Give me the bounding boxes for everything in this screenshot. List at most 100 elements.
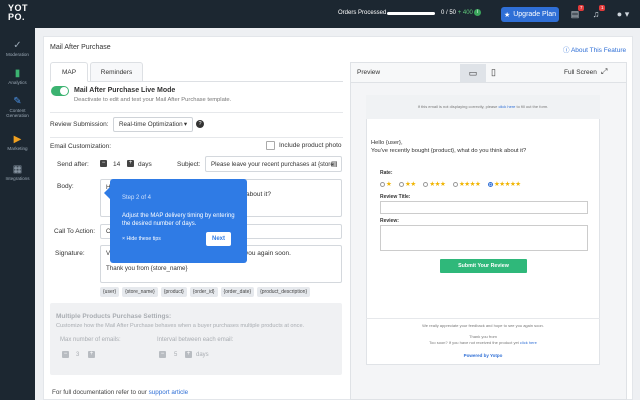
email-customization-label: Email Customization:: [50, 143, 112, 150]
top-notice: If this email is not displaying correctl…: [366, 104, 600, 109]
powered-by: Powered by Yotpo: [463, 353, 503, 358]
live-mode-description: Deactivate to edit and test your Mail Af…: [74, 97, 232, 103]
upgrade-plan-button[interactable]: ★ Upgrade Plan: [501, 7, 559, 22]
cta-label: Call To Action:: [54, 228, 96, 235]
submit-review-button[interactable]: Submit Your Review: [440, 259, 527, 273]
email-intro: You've recently bought {product}, what d…: [371, 148, 527, 154]
top-bar: YOT PO. Orders Processed 0 / 50 + 400 i …: [0, 0, 640, 28]
include-photo-checkbox[interactable]: [266, 141, 275, 150]
tag-product[interactable]: {product}: [160, 287, 187, 297]
fullscreen-icon[interactable]: ⤢: [601, 67, 607, 77]
max-emails-value: 3: [76, 352, 80, 358]
orders-processed-label: Orders Processed: [338, 10, 387, 16]
send-after-label: Send after:: [57, 161, 89, 168]
increment-button[interactable]: +: [127, 160, 134, 167]
review-title-input[interactable]: [380, 201, 588, 214]
sidebar-item-integrations[interactable]: ▦ Integrations: [0, 164, 35, 181]
sidebar-item-label: Marketing: [7, 146, 28, 151]
notifications-badge: 7: [578, 5, 584, 11]
review-submission-select[interactable]: Real-time Optimization ▾: [113, 117, 193, 132]
multi-products-description: Customize how the Mail After Purchase be…: [56, 323, 305, 329]
yotpo-logo[interactable]: YOT PO.: [8, 4, 28, 22]
tag-order-date[interactable]: {order_date}: [220, 287, 255, 297]
tab-bar: MAP Reminders: [50, 62, 343, 82]
tip-text: Adjust the MAP delivery timing by enteri…: [122, 213, 235, 227]
sidebar-item-label: Moderation: [6, 52, 29, 57]
orders-progress-bar: [387, 12, 435, 15]
send-after-unit: days: [138, 161, 152, 168]
body-label: Body:: [57, 183, 74, 190]
variable-tags: {user} {store_name} {product} {order_id}…: [100, 287, 311, 297]
email-footer-line2: Thank you from: [469, 334, 497, 339]
variables-icon[interactable]: ▤: [331, 160, 338, 168]
bell-icon[interactable]: ♫ 1: [589, 5, 605, 21]
divider: [50, 137, 343, 138]
mobile-view-icon[interactable]: ▯: [491, 67, 496, 78]
tag-store-name[interactable]: {store_name}: [122, 287, 158, 297]
support-article-link[interactable]: support article: [149, 389, 189, 396]
content-generation-icon: ✎: [13, 96, 22, 107]
about-feature-label: About This Feature: [570, 47, 627, 54]
preview-label: Preview: [357, 69, 381, 76]
sidebar-item-analytics[interactable]: ▮ Analytics: [0, 68, 35, 85]
tag-user[interactable]: {user}: [100, 287, 120, 297]
fullscreen-label[interactable]: Full Screen: [564, 69, 597, 76]
interval-decrement: −: [159, 351, 166, 358]
interval-increment: +: [185, 351, 192, 358]
orders-count: 0 / 50 + 400: [441, 10, 473, 16]
body-text-end: about it?: [246, 191, 271, 198]
rating-option-3[interactable]: ★★★: [423, 181, 446, 188]
email-preview-header: If this email is not displaying correctl…: [366, 95, 600, 119]
signature-text-line2: Thank you from {store_name}: [106, 265, 188, 272]
sidebar-item-moderation[interactable]: ✓ Moderation: [0, 40, 35, 57]
live-mode-toggle[interactable]: [51, 86, 69, 96]
tab-reminders[interactable]: Reminders: [90, 62, 143, 82]
tab-map[interactable]: MAP: [50, 62, 88, 82]
upgrade-plan-label: Upgrade Plan: [513, 11, 557, 18]
decrement-button[interactable]: −: [100, 160, 107, 167]
subject-input[interactable]: Please leave your recent purchases at {s…: [205, 156, 342, 172]
review-textarea[interactable]: [380, 225, 588, 251]
rating-option-2[interactable]: ★★: [399, 181, 416, 188]
rating-option-5[interactable]: ★★★★★: [487, 181, 521, 188]
subject-label: Subject:: [177, 161, 201, 168]
tag-order-id[interactable]: {order_id}: [189, 287, 218, 297]
review-submission-label: Review Submission:: [50, 121, 109, 128]
top-notice-text: If this email is not displaying correctl…: [417, 104, 498, 109]
sidebar-item-label: Integrations: [5, 176, 30, 181]
max-emails-increment: +: [88, 351, 95, 358]
top-notice-link[interactable]: click here: [499, 104, 516, 109]
sidebar-item-label: Content Generation: [6, 108, 29, 118]
interval-value: 5: [174, 352, 178, 358]
user-menu-icon[interactable]: ● ▾: [613, 7, 633, 21]
integrations-icon: ▦: [12, 164, 23, 175]
page-title: Mail After Purchase: [50, 44, 111, 51]
tag-product-description[interactable]: {product_description}: [257, 287, 311, 297]
interval-unit: days: [196, 352, 209, 358]
desktop-view-icon[interactable]: ▭: [460, 64, 486, 82]
sidebar-item-marketing[interactable]: ▶ Marketing: [0, 134, 35, 151]
max-emails-decrement: −: [62, 351, 69, 358]
rating-option-1[interactable]: ★: [380, 181, 392, 188]
subject-value: Please leave your recent purchases at {s…: [211, 161, 334, 168]
rating-option-4[interactable]: ★★★★: [452, 181, 481, 188]
sidebar-item-content-generation[interactable]: ✎ Content Generation: [0, 96, 35, 118]
logo-text-line2: PO.: [8, 12, 26, 22]
hide-tips-label: Hide these tips: [126, 236, 161, 242]
orders-count-value: 0 / 50: [441, 10, 457, 16]
include-photo-label: Include product photo: [279, 142, 342, 149]
footer-text: For full documentation refer to our: [52, 389, 147, 396]
info-icon[interactable]: i: [474, 9, 481, 16]
notifications-icon[interactable]: ▤ 7: [568, 5, 584, 21]
next-tip-button[interactable]: Next: [206, 232, 231, 246]
send-after-value[interactable]: 14: [113, 161, 120, 168]
live-mode-label: Mail After Purchase Live Mode: [74, 87, 176, 94]
email-footer-link[interactable]: click here: [520, 340, 537, 345]
email-footer-line3: Too soon? If you have not received the p…: [366, 340, 600, 345]
interval-label: Interval between each email:: [157, 337, 234, 343]
about-feature-link[interactable]: ⓘ About This Feature: [563, 44, 626, 54]
question-icon[interactable]: ?: [196, 120, 204, 128]
multiple-products-panel: Multiple Products Purchase Settings: Cus…: [50, 303, 342, 375]
hide-tips-link[interactable]: × Hide these tips: [122, 236, 161, 242]
moderation-icon: ✓: [13, 40, 22, 51]
